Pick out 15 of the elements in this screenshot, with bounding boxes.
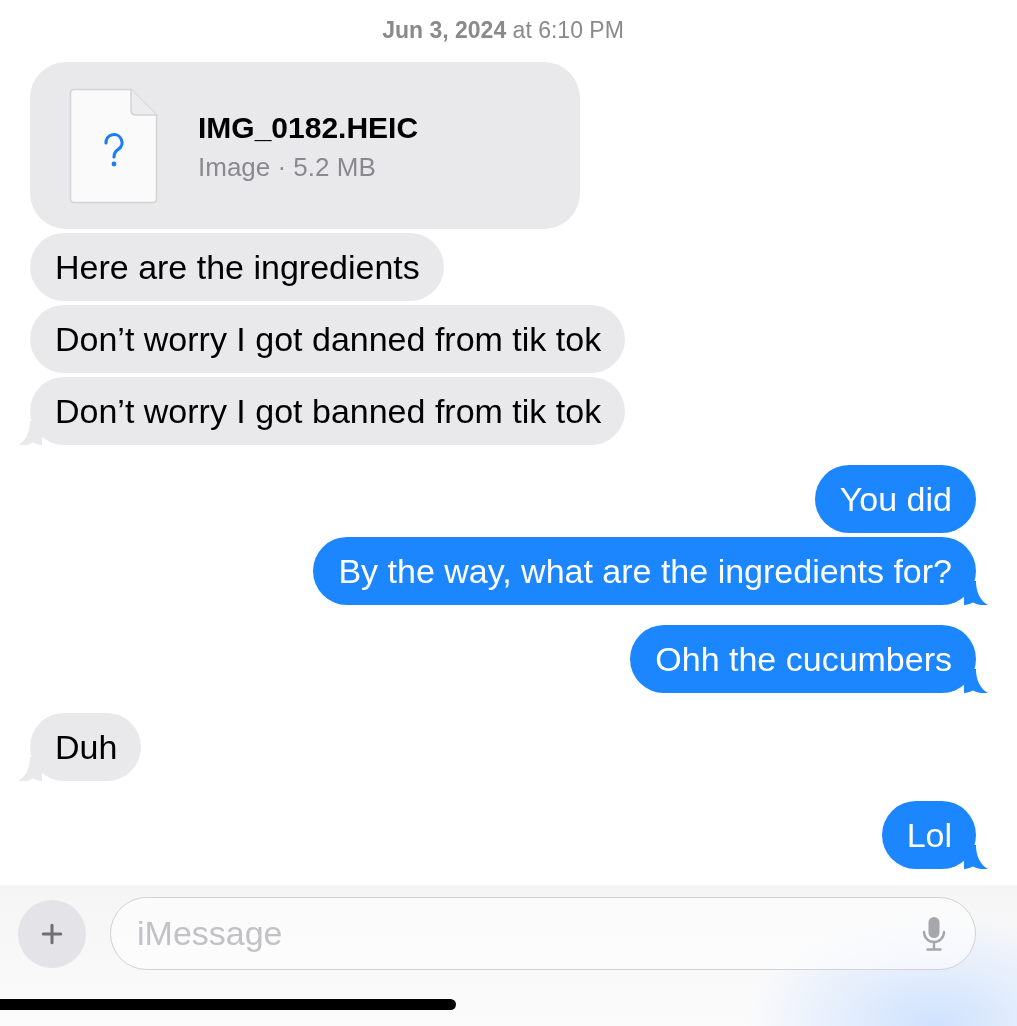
message-bubble: Duh — [18, 713, 142, 781]
message-input-field[interactable]: iMessage — [110, 897, 976, 970]
message-bubble: Here are the ingredients — [30, 233, 444, 301]
file-name: IMG_0182.HEIC — [198, 109, 419, 146]
message-bubble: You did — [814, 465, 976, 533]
microphone-icon[interactable] — [922, 917, 946, 951]
message-bubble: By the way, what are the ingredients for? — [313, 537, 988, 605]
message-bubble: Lol — [881, 801, 988, 869]
message-bubble: Ohh the cucumbers — [630, 625, 988, 693]
file-details: Image · 5.2 MB — [198, 151, 377, 182]
document-icon — [69, 87, 158, 204]
message-bubble: Don’t worry I got banned from tik tok — [18, 377, 626, 445]
message-bubble: Don’t worry I got danned from tik tok — [30, 305, 626, 373]
file-attachment[interactable]: IMG_0182.HEIC Image · 5.2 MB — [30, 62, 580, 229]
timestamp: Jun 3, 2024 at 6:10 PM — [382, 17, 624, 43]
